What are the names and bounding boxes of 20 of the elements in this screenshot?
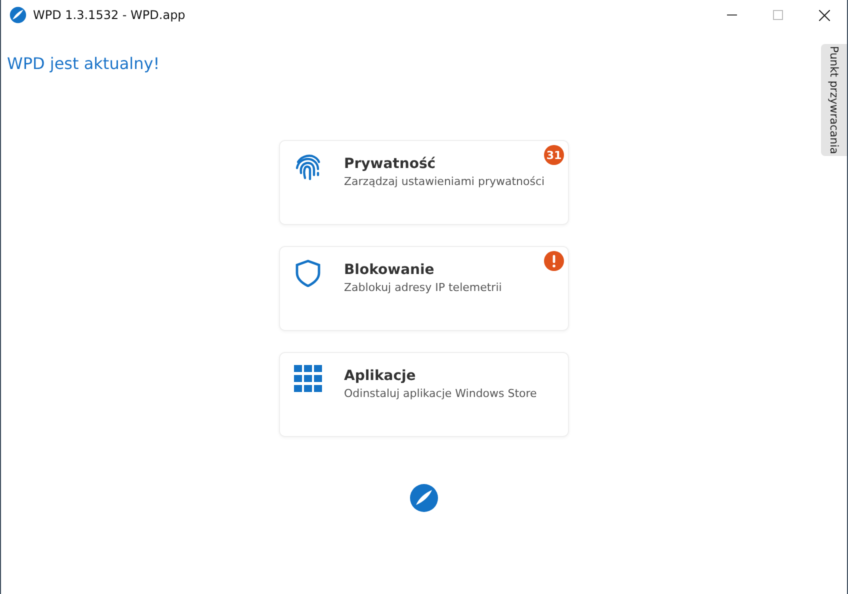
- window-title: WPD 1.3.1532 - WPD.app: [33, 8, 186, 22]
- card-subtitle: Zarządzaj ustawieniami prywatności: [344, 175, 545, 188]
- app-logo-icon[interactable]: [409, 483, 439, 513]
- restore-point-tab[interactable]: Punkt przywracania: [821, 44, 847, 156]
- alert-icon: [544, 251, 564, 271]
- close-icon[interactable]: [818, 10, 830, 20]
- status-heading: WPD jest aktualny!: [7, 54, 160, 73]
- app-logo-icon: [9, 6, 27, 24]
- fingerprint-icon: [294, 153, 322, 181]
- card-subtitle: Odinstaluj aplikacje Windows Store: [344, 387, 537, 400]
- grid-icon: [294, 365, 322, 393]
- card-subtitle: Zablokuj adresy IP telemetrii: [344, 281, 502, 294]
- shield-icon: [294, 259, 322, 287]
- card-title: Blokowanie: [344, 262, 436, 278]
- feature-card[interactable]: Aplikacje Odinstaluj aplikacje Windows Store: [279, 352, 569, 437]
- card-title: Prywatność: [344, 156, 437, 172]
- feature-card[interactable]: Prywatność Zarządzaj ustawieniami prywatności 31: [279, 140, 569, 225]
- card-title: Aplikacje: [344, 368, 417, 384]
- feature-card[interactable]: Blokowanie Zablokuj adresy IP telemetrii: [279, 246, 569, 331]
- count-badge: 31: [544, 145, 564, 165]
